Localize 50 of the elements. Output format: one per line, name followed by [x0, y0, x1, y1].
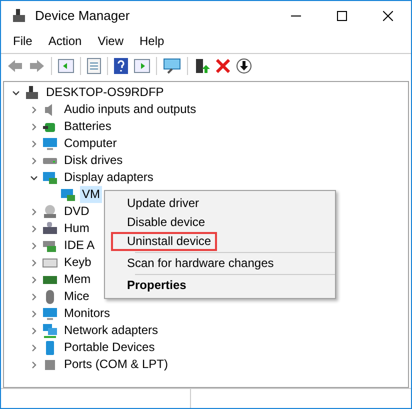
tree-item[interactable]: IDE A: [62, 237, 97, 254]
computer-icon: [24, 84, 40, 100]
tree-item[interactable]: Monitors: [62, 305, 112, 322]
display-card-icon: [60, 186, 76, 202]
tree-item[interactable]: Disk drives: [62, 152, 125, 169]
computer-icon: [11, 8, 27, 24]
forward-arrow-icon[interactable]: [29, 59, 45, 73]
menu-item[interactable]: View: [90, 32, 132, 50]
uninstall-x-icon[interactable]: [216, 59, 230, 73]
pane-toggle-icon[interactable]: [58, 59, 74, 73]
disc-drive-icon: [42, 204, 58, 220]
download-circle-icon[interactable]: [236, 58, 252, 74]
menu-option[interactable]: Disable device: [111, 213, 212, 232]
action-pane-icon[interactable]: [134, 59, 150, 73]
maximize-icon: [337, 11, 347, 21]
menu-option[interactable]: Update driver: [111, 194, 206, 213]
tree-item[interactable]: Network adapters: [62, 322, 160, 339]
properties-icon[interactable]: [87, 58, 101, 74]
tree-item[interactable]: Audio inputs and outputs: [62, 101, 198, 118]
display-card-icon: [42, 170, 58, 186]
help-icon[interactable]: [114, 58, 128, 74]
drive-icon: [42, 156, 58, 164]
close-icon: [383, 11, 393, 21]
tree-item[interactable]: Computer: [62, 135, 119, 152]
menu-option[interactable]: Properties: [111, 276, 192, 295]
menu-item[interactable]: Help: [132, 32, 172, 50]
tree-item[interactable]: Display adapters: [62, 169, 156, 186]
scan-monitor-icon[interactable]: [163, 58, 181, 74]
tree-item[interactable]: DESKTOP-OS9RDFP: [44, 84, 166, 101]
menu-item[interactable]: File: [5, 32, 40, 50]
tree-item[interactable]: Batteries: [62, 118, 114, 135]
tree-item[interactable]: Portable Devices: [62, 339, 157, 356]
chevron-icon[interactable]: [30, 174, 38, 182]
menu-item[interactable]: Action: [40, 32, 90, 50]
menu-option[interactable]: Scan for hardware changes: [111, 254, 280, 273]
window-title: Device Manager: [35, 7, 130, 26]
tree-item[interactable]: Hum: [62, 220, 92, 237]
chevron-icon[interactable]: [12, 88, 20, 96]
menu-option[interactable]: Uninstall device: [111, 232, 218, 251]
tree-item[interactable]: Mice: [62, 288, 92, 305]
tree-item[interactable]: Mem: [62, 271, 93, 288]
tree-item[interactable]: Keyb: [62, 254, 94, 271]
monitor-icon: [42, 306, 58, 322]
tree-item[interactable]: Ports (COM & LPT): [62, 356, 170, 373]
tree-item[interactable]: DVD: [62, 203, 92, 220]
tree-item[interactable]: VM: [80, 186, 102, 203]
network-icon: [42, 322, 58, 338]
back-arrow-icon[interactable]: [7, 59, 23, 73]
update-driver-icon[interactable]: [194, 58, 210, 74]
monitor-icon: [42, 136, 58, 152]
